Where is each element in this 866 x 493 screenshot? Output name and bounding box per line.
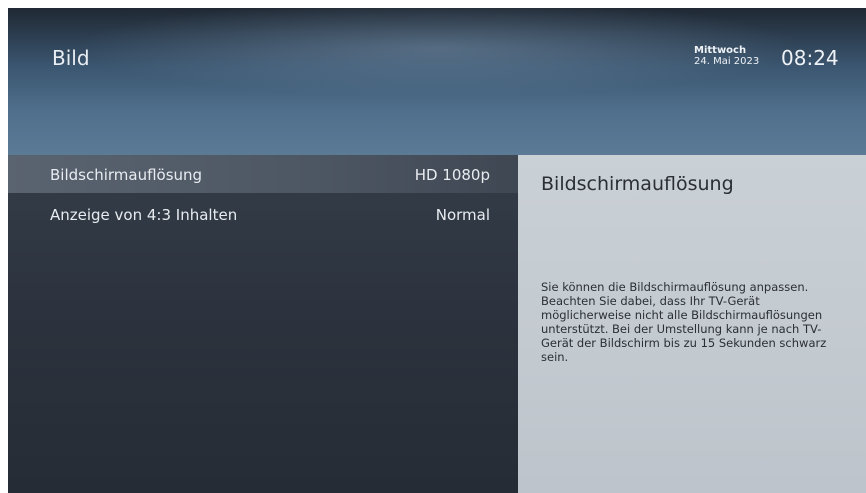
clock: 08:24 bbox=[781, 46, 839, 70]
menu-item-screen-resolution[interactable]: Bildschirmauflösung HD 1080p bbox=[8, 155, 518, 193]
menu-item-label: Bildschirmauflösung bbox=[50, 166, 203, 184]
page-title: Bild bbox=[52, 46, 90, 70]
date-display: Mittwoch 24. Mai 2023 bbox=[694, 45, 759, 67]
settings-menu: Bildschirmauflösung HD 1080p Anzeige von… bbox=[8, 155, 518, 493]
menu-item-value: HD 1080p bbox=[414, 166, 490, 184]
menu-item-4-3-content[interactable]: Anzeige von 4:3 Inhalten Normal bbox=[8, 195, 518, 233]
menu-item-label: Anzeige von 4:3 Inhalten bbox=[50, 206, 238, 224]
menu-item-value: Normal bbox=[435, 206, 490, 224]
info-title: Bildschirmauflösung bbox=[541, 173, 734, 195]
tv-settings-screen: Bild Mittwoch 24. Mai 2023 08:24 Bildsch… bbox=[8, 8, 866, 493]
weekday-label: Mittwoch bbox=[694, 45, 747, 56]
header-bar: Bild Mittwoch 24. Mai 2023 08:24 bbox=[8, 8, 866, 155]
info-panel: Bildschirmauflösung Sie können die Bilds… bbox=[518, 155, 866, 493]
info-description: Sie können die Bildschirmauflösung anpas… bbox=[541, 280, 827, 364]
date-label: 24. Mai 2023 bbox=[694, 56, 760, 67]
